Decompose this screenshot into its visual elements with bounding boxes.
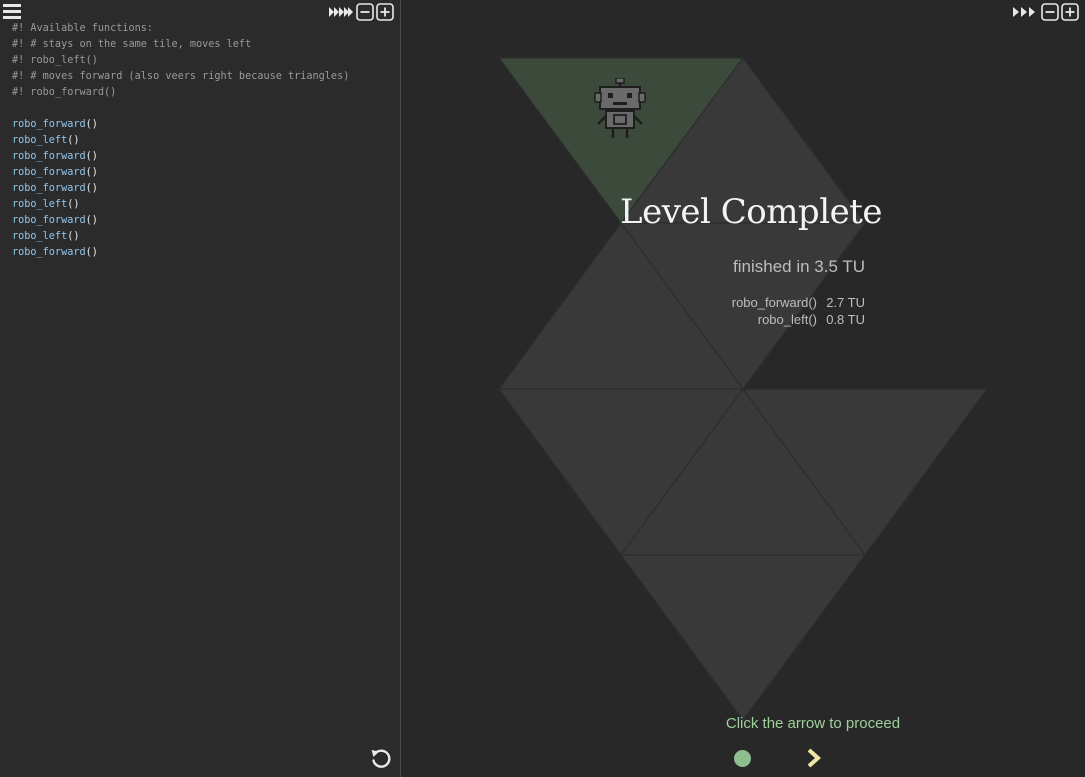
code-function-call: robo_left (12, 199, 68, 210)
code-function-call: robo_forward (12, 151, 86, 162)
code-function-call: robo_forward (12, 167, 86, 178)
zoom-in-icon[interactable] (1061, 3, 1079, 21)
editor-toolbar (328, 3, 394, 21)
progress-dot (734, 750, 751, 767)
code-parens: () (67, 135, 80, 146)
timing-function-name: robo_left() (757, 312, 817, 327)
timing-value: 2.7 TU (826, 295, 865, 310)
proceed-hint: Click the arrow to proceed (725, 715, 901, 732)
code-parens: () (85, 183, 98, 194)
code-function-call: robo_left (12, 135, 68, 146)
zoom-out-icon[interactable] (356, 3, 374, 21)
code-line: #! # stays on the same tile, moves left (12, 37, 349, 53)
triangle-tile-board (497, 56, 989, 722)
code-parens: () (85, 151, 98, 162)
code-line: robo_forward() (12, 245, 349, 261)
code-line: robo_left() (12, 197, 349, 213)
code-comment: #! robo_left() (12, 55, 98, 66)
code-editor-pane: #! Available functions: #! # stays on the… (0, 0, 400, 777)
timing-breakdown: robo_forward() 2.7 TU robo_left() 0.8 TU (691, 294, 865, 328)
finished-time: finished in 3.5 TU (733, 257, 865, 276)
code-parens: () (67, 199, 80, 210)
code-line: robo_left() (12, 229, 349, 245)
code-parens: () (85, 167, 98, 178)
code-parens: () (85, 119, 98, 130)
code-line: robo_forward() (12, 117, 349, 133)
code-comment: #! robo_forward() (12, 87, 117, 98)
code-parens: () (85, 247, 98, 258)
reset-icon[interactable] (369, 746, 393, 770)
code-function-call: robo_forward (12, 183, 86, 194)
code-line: robo_forward() (12, 181, 349, 197)
code-comment: #! # moves forward (also veers right bec… (12, 71, 350, 82)
code-parens: () (67, 231, 80, 242)
code-comment: #! Available functions: (12, 23, 154, 34)
timing-row: robo_left() 0.8 TU (691, 311, 865, 328)
zoom-out-icon[interactable] (1041, 3, 1059, 21)
level-complete-title: Level Complete (620, 192, 882, 232)
code-line: #! robo_left() (12, 53, 349, 69)
timing-value: 0.8 TU (826, 312, 865, 327)
tile (619, 554, 867, 722)
game-toolbar (1011, 3, 1079, 21)
code-line: #! robo_forward() (12, 85, 349, 101)
hamburger-menu-icon[interactable] (3, 4, 21, 20)
code-function-call: robo_forward (12, 247, 86, 258)
code-text-area[interactable]: #! Available functions: #! # stays on the… (12, 21, 349, 261)
code-line: #! Available functions: (12, 21, 349, 37)
next-arrow-icon[interactable] (805, 747, 823, 769)
game-pane: Level Complete finished in 3.5 TU robo_f… (401, 0, 1085, 777)
fast-forward-icon[interactable] (328, 4, 354, 20)
fast-forward-icon[interactable] (1011, 4, 1039, 20)
code-function-call: robo_forward (12, 215, 86, 226)
timing-function-name: robo_forward() (731, 295, 817, 310)
code-function-call: robo_left (12, 231, 68, 242)
code-line: robo_forward() (12, 165, 349, 181)
code-comment: #! # stays on the same tile, moves left (12, 39, 252, 50)
zoom-in-icon[interactable] (376, 3, 394, 21)
code-line: #! # moves forward (also veers right bec… (12, 69, 349, 85)
robot-sprite (594, 78, 646, 138)
code-line: robo_forward() (12, 213, 349, 229)
code-parens: () (85, 215, 98, 226)
code-function-call: robo_forward (12, 119, 86, 130)
code-line: robo_left() (12, 133, 349, 149)
code-line: robo_forward() (12, 149, 349, 165)
timing-row: robo_forward() 2.7 TU (691, 294, 865, 311)
